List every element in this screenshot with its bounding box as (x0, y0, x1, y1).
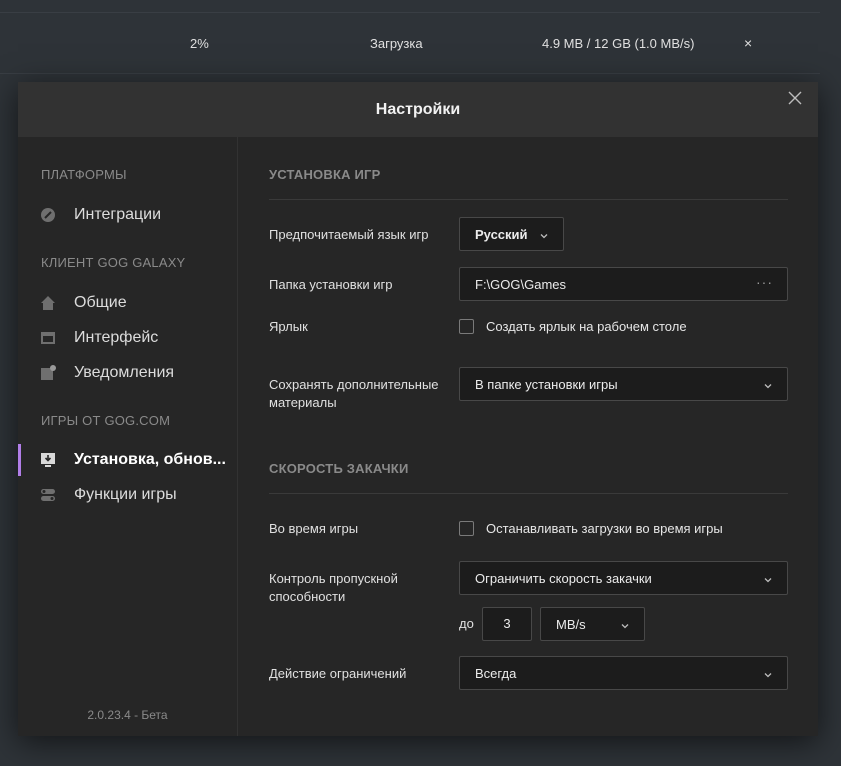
extras-location-dropdown[interactable]: В папке установки игры (459, 367, 788, 401)
language-dropdown[interactable]: Русский (459, 217, 564, 251)
cancel-download-button[interactable]: × (744, 35, 752, 51)
sidebar-item-integrations[interactable]: Интеграции (18, 199, 237, 231)
create-shortcut-label: Создать ярлык на рабочем столе (486, 319, 687, 334)
sidebar-item-label: Функции игры (74, 486, 177, 503)
sidebar-item-interface[interactable]: Интерфейс (18, 322, 237, 354)
sidebar-group-client: КЛИЕНТ GOG GALAXY (41, 255, 186, 270)
chevron-down-icon (539, 229, 549, 239)
notification-icon (40, 365, 56, 381)
sidebar-item-game-features[interactable]: Функции игры (18, 479, 237, 511)
pause-during-game-label: Останавливать загрузки во время игры (486, 521, 723, 536)
sidebar-item-general[interactable]: Общие (18, 287, 237, 319)
limit-action-value: Всегда (475, 666, 517, 681)
folder-label: Папка установки игр (269, 277, 393, 292)
section-title-speed: СКОРОСТЬ ЗАКАЧКИ (269, 461, 409, 476)
bandwidth-control-value: Ограничить скорость закачки (475, 571, 652, 586)
install-icon (40, 452, 56, 468)
language-value: Русский (475, 227, 528, 242)
create-shortcut-option[interactable]: Создать ярлык на рабочем столе (459, 319, 759, 335)
section-divider (269, 199, 788, 200)
limit-prefix: до (459, 616, 474, 631)
section-title-install: УСТАНОВКА ИГР (269, 167, 381, 182)
integrations-icon (40, 207, 56, 223)
chevron-down-icon (763, 379, 773, 389)
sidebar-group-platforms: ПЛАТФОРМЫ (41, 167, 127, 182)
create-shortcut-checkbox[interactable] (459, 319, 474, 334)
sidebar-item-label: Уведомления (74, 364, 175, 381)
speed-unit-value: MB/s (556, 617, 586, 632)
dialog-header: Настройки (18, 82, 818, 137)
speed-unit-dropdown[interactable]: MB/s (540, 607, 645, 641)
pause-during-game-checkbox[interactable] (459, 521, 474, 536)
settings-dialog: Настройки ПЛАТФОРМЫ Интеграции КЛИЕНТ GO… (18, 82, 818, 736)
app-version: 2.0.23.4 - Бета (87, 708, 168, 722)
window-icon (40, 330, 56, 346)
sidebar-item-install-updates[interactable]: Установка, обнов... (18, 444, 237, 476)
home-icon (40, 295, 56, 311)
sidebar-item-label: Установка, обнов... (74, 451, 226, 468)
toggles-icon (40, 487, 56, 503)
speed-limit-input[interactable]: 3 (482, 607, 532, 641)
chevron-down-icon (620, 619, 630, 629)
ingame-label: Во время игры (269, 521, 359, 536)
chevron-down-icon (763, 668, 773, 678)
browse-more-icon[interactable]: ··· (756, 274, 773, 290)
install-folder-value: F:\GOG\Games (475, 277, 567, 292)
download-status: Загрузка (370, 36, 423, 51)
settings-sidebar: ПЛАТФОРМЫ Интеграции КЛИЕНТ GOG GALAXY О… (18, 137, 238, 736)
language-label: Предпочитаемый язык игр (269, 227, 429, 242)
limit-action-dropdown[interactable]: Всегда (459, 656, 788, 690)
extras-location-value: В папке установки игры (475, 377, 618, 392)
section-divider (269, 493, 788, 494)
sidebar-item-label: Интерфейс (74, 329, 159, 346)
sidebar-group-games: ИГРЫ ОТ GOG.COM (41, 413, 171, 428)
extras-label: Сохранять дополнительные материалы (269, 377, 439, 410)
limit-action-label: Действие ограничений (269, 666, 407, 681)
download-percent: 2% (190, 36, 209, 51)
dialog-title: Настройки (375, 101, 461, 118)
download-row: 2% Загрузка 4.9 MB / 12 GB (1.0 MB/s) × (0, 12, 820, 74)
download-size: 4.9 MB / 12 GB (1.0 MB/s) (542, 36, 695, 51)
sidebar-item-label: Общие (74, 294, 127, 311)
sidebar-item-notifications[interactable]: Уведомления (18, 357, 237, 389)
bandwidth-label: Контроль пропускной способности (269, 571, 398, 604)
shortcut-label: Ярлык (269, 319, 308, 334)
install-folder-field[interactable]: F:\GOG\Games ··· (459, 267, 788, 301)
close-icon[interactable] (788, 91, 804, 107)
pause-during-game-option[interactable]: Останавливать загрузки во время игры (459, 521, 759, 537)
chevron-down-icon (763, 573, 773, 583)
bandwidth-control-dropdown[interactable]: Ограничить скорость закачки (459, 561, 788, 595)
sidebar-item-label: Интеграции (74, 206, 162, 223)
